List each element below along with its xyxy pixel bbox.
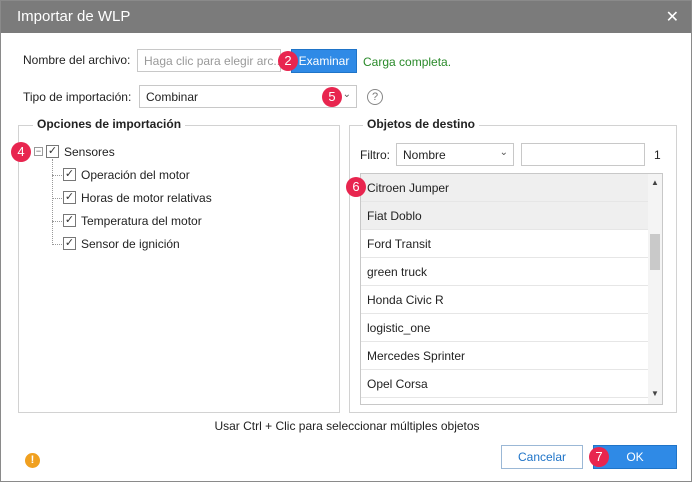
collapse-icon[interactable]: −	[34, 147, 43, 156]
browse-button[interactable]: Examinar	[291, 49, 357, 73]
list-item[interactable]: Opel Corsa	[361, 370, 648, 398]
multi-select-hint: Usar Ctrl + Clic para seleccionar múltip…	[214, 419, 480, 433]
checkbox-icon-child[interactable]: ✓	[63, 191, 76, 204]
target-objects-list[interactable]: Citroen Jumper Fiat Doblo Ford Transit gree…	[360, 173, 663, 405]
scroll-thumb[interactable]	[650, 234, 660, 270]
filter-input[interactable]	[521, 143, 645, 166]
tree-connector	[52, 175, 62, 176]
checkbox-icon-child[interactable]: ✓	[63, 237, 76, 250]
list-item[interactable]: green truck	[361, 258, 648, 286]
callout-badge-browse: 2	[278, 51, 298, 71]
callout-badge-list: 6	[346, 177, 366, 197]
import-type-label: Tipo de importación:	[23, 90, 132, 104]
list-item[interactable]: Citroen Jumper	[361, 174, 648, 202]
scroll-down-icon[interactable]: ▼	[651, 389, 659, 398]
list-items-container: Citroen Jumper Fiat Doblo Ford Transit gree…	[361, 174, 648, 398]
tree-connector	[52, 159, 53, 245]
list-item[interactable]: Mercedes Sprinter	[361, 342, 648, 370]
list-item[interactable]: Fiat Doblo	[361, 202, 648, 230]
close-icon[interactable]: ✕	[666, 7, 679, 27]
chevron-down-icon: ⌄	[499, 147, 508, 158]
tree-node-child[interactable]: Sensor de ignición	[81, 237, 180, 251]
callout-badge-sensors: 4	[11, 142, 31, 162]
target-objects-legend: Objetos de destino	[363, 117, 480, 131]
import-type-value: Combinar	[146, 90, 199, 104]
help-icon[interactable]: ?	[367, 89, 383, 105]
tree-node-child[interactable]: Horas de motor relativas	[81, 191, 212, 205]
list-item[interactable]: Honda Civic R	[361, 286, 648, 314]
scroll-up-icon[interactable]: ▲	[651, 178, 659, 187]
cancel-button[interactable]: Cancelar	[501, 445, 583, 469]
checkbox-icon-child[interactable]: ✓	[63, 214, 76, 227]
tree-node-child[interactable]: Operación del motor	[81, 168, 190, 182]
result-count: 1	[654, 148, 661, 162]
import-dialog: Importar de WLP ✕ Nombre del archivo: Ha…	[0, 0, 692, 482]
dialog-title: Importar de WLP	[17, 8, 131, 25]
file-name-label: Nombre del archivo:	[23, 53, 131, 67]
import-options-legend: Opciones de importación	[33, 117, 186, 131]
callout-badge-ok: 7	[589, 447, 609, 467]
filter-select[interactable]: Nombre ⌄	[396, 143, 514, 166]
tree-connector	[52, 221, 62, 222]
filter-select-value: Nombre	[403, 148, 446, 162]
callout-badge-type: 5	[322, 87, 342, 107]
tree-connector	[52, 198, 62, 199]
list-scrollbar[interactable]: ▲ ▼	[648, 174, 662, 404]
list-item[interactable]: Ford Transit	[361, 230, 648, 258]
tree-connector	[52, 244, 62, 245]
checkbox-icon-sensors[interactable]: ✓	[46, 145, 59, 158]
tree-node-sensors[interactable]: Sensores	[64, 145, 115, 159]
filter-label: Filtro:	[360, 148, 390, 162]
upload-status: Carga completa.	[363, 55, 452, 69]
chevron-down-icon: ⌄	[342, 89, 351, 100]
checkbox-icon-child[interactable]: ✓	[63, 168, 76, 181]
list-item[interactable]: logistic_one	[361, 314, 648, 342]
tree-node-child[interactable]: Temperatura del motor	[81, 214, 202, 228]
file-name-placeholder: Haga clic para elegir arc...	[144, 54, 281, 68]
warning-icon[interactable]: !	[25, 453, 40, 468]
title-bar: Importar de WLP ✕	[1, 1, 691, 33]
file-name-field[interactable]: Haga clic para elegir arc...	[137, 49, 281, 72]
